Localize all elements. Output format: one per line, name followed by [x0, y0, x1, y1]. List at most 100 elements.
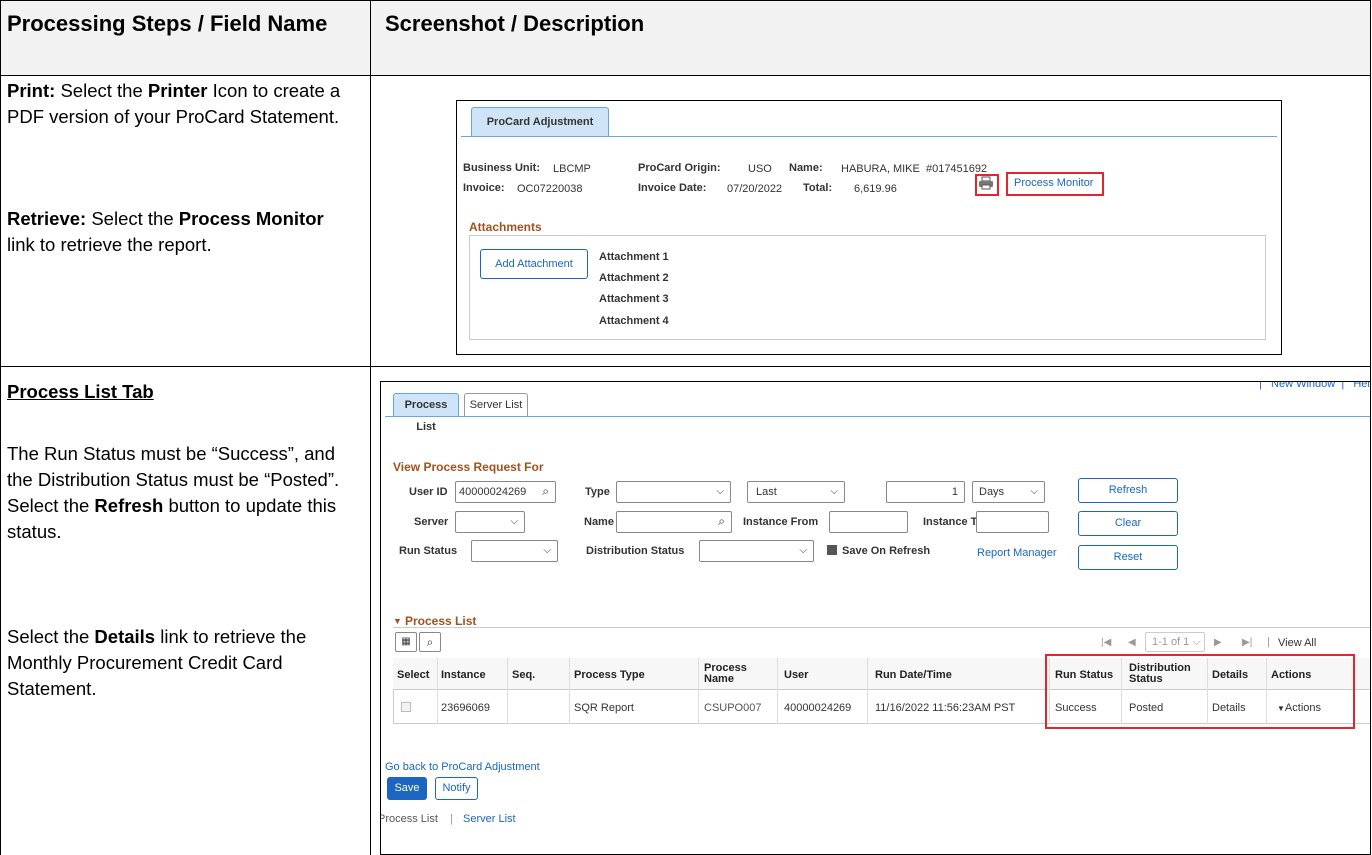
- search-icon[interactable]: ⌕: [718, 514, 725, 529]
- print-text-a: Select the: [55, 80, 148, 101]
- bu-label: Business Unit:: [463, 162, 541, 174]
- row-select-checkbox[interactable]: [401, 702, 411, 712]
- printer-bold: Printer: [147, 80, 208, 101]
- print-instruction: Print: Select the Printer Icon to create…: [7, 78, 347, 130]
- process-monitor-link[interactable]: Process Monitor: [1014, 177, 1093, 189]
- process-list-tab-title: Process List Tab: [7, 379, 154, 405]
- run-status-label: Run Status: [399, 545, 458, 557]
- collapse-triangle-icon[interactable]: ▼: [393, 616, 402, 626]
- origin-label: ProCard Origin:: [638, 162, 721, 174]
- refresh-bold: Refresh: [94, 495, 164, 516]
- first-page-icon[interactable]: |◀: [1101, 637, 1111, 648]
- server-label: Server: [414, 516, 449, 528]
- col-user: User: [784, 669, 809, 681]
- last-value: Last: [756, 486, 777, 498]
- days-value: Days: [979, 486, 1005, 498]
- grid-col-line: [569, 658, 570, 724]
- details-instruction: Select the Details link to retrieve the …: [7, 624, 327, 702]
- save-button[interactable]: Save: [387, 777, 427, 800]
- tab-process-list[interactable]: Process List: [393, 393, 459, 433]
- header-right-text: Screenshot / Description: [385, 11, 645, 36]
- grid-col-line: [507, 658, 508, 724]
- header-right-cell: Screenshot / Description: [371, 0, 1371, 76]
- type-select[interactable]: ⌵: [616, 481, 731, 503]
- next-page-icon[interactable]: ▶: [1214, 637, 1222, 648]
- footer-process-list-link[interactable]: Process List: [381, 813, 438, 825]
- document-page: Processing Steps / Field Name Screenshot…: [0, 0, 1372, 855]
- refresh-button[interactable]: Refresh: [1078, 478, 1178, 503]
- footer-server-list-link[interactable]: Server List: [463, 813, 516, 825]
- retrieve-text-b: link to retrieve the report.: [7, 234, 212, 255]
- last-page-icon[interactable]: ▶|: [1242, 637, 1252, 648]
- cell-instance: 23696069: [441, 702, 490, 714]
- total-label: Total:: [803, 182, 833, 194]
- retrieve-label: Retrieve:: [7, 208, 87, 229]
- invoice-label: Invoice:: [463, 182, 505, 194]
- p2-text-a: Select the: [7, 626, 95, 647]
- tab-procard-adjustment[interactable]: ProCard Adjustment: [471, 107, 609, 137]
- userid-value: 40000024269: [459, 486, 527, 498]
- add-attachment-button[interactable]: Add Attachment: [480, 249, 588, 279]
- process-monitor-bold: Process Monitor: [178, 208, 324, 229]
- search-icon[interactable]: ⌕: [542, 484, 549, 499]
- view-process-request-for: View Process Request For: [393, 460, 544, 474]
- instance-from-label: Instance From: [743, 516, 819, 528]
- last-select[interactable]: Last ⌵: [747, 481, 845, 503]
- instance-to-input[interactable]: [976, 511, 1049, 533]
- grid-col-line: [698, 658, 699, 724]
- col-seq: Seq.: [512, 669, 536, 681]
- clear-button[interactable]: Clear: [1078, 511, 1178, 536]
- col-run-datetime: Run Date/Time: [875, 669, 952, 681]
- userid-input[interactable]: 40000024269 ⌕: [455, 481, 556, 503]
- retrieve-instruction: Retrieve: Select the Process Monitor lin…: [7, 206, 347, 258]
- grid-col-line: [437, 658, 438, 724]
- printer-icon[interactable]: [978, 176, 994, 193]
- grid-col-line: [867, 658, 868, 724]
- notify-button[interactable]: Notify: [435, 777, 478, 800]
- save-on-refresh-checkbox[interactable]: [827, 545, 837, 555]
- pager-separator: |: [1267, 636, 1270, 648]
- go-back-link[interactable]: Go back to ProCard Adjustment: [385, 761, 540, 773]
- grid-settings-icon[interactable]: ▦: [395, 632, 417, 652]
- tab-divider: [461, 136, 1277, 137]
- header-left-text: Processing Steps / Field Name: [7, 11, 328, 36]
- row1-screenshot-cell: ProCard Adjustment Business Unit: LBCMP …: [371, 76, 1371, 367]
- total-value: 6,619.96: [854, 183, 897, 195]
- tab-server-list[interactable]: Server List: [464, 393, 528, 417]
- type-label: Type: [585, 486, 610, 498]
- attachment-1: Attachment 1: [599, 251, 669, 263]
- search-icon[interactable]: ⌕: [419, 632, 441, 652]
- number-input[interactable]: 1: [886, 481, 965, 503]
- pager-select[interactable]: 1-1 of 1 ⌵: [1145, 632, 1205, 652]
- name-input[interactable]: ⌕: [616, 511, 732, 533]
- report-manager-link[interactable]: Report Manager: [977, 547, 1057, 559]
- pager-value: 1-1 of 1: [1152, 636, 1190, 648]
- server-select[interactable]: ⌵: [455, 511, 525, 533]
- pm-tab-divider: [385, 416, 1370, 417]
- cell-process-name: CSUPO007: [704, 702, 762, 714]
- run-status-select[interactable]: ⌵: [471, 540, 558, 562]
- invoice-value: OC07220038: [517, 183, 583, 195]
- col-select: Select: [397, 669, 430, 681]
- row1-instructions: Print: Select the Printer Icon to create…: [0, 76, 371, 367]
- cell-run-datetime: 11/16/2022 11:56:23AM PST: [875, 702, 1016, 714]
- instance-from-input[interactable]: [829, 511, 908, 533]
- reset-button[interactable]: Reset: [1078, 545, 1178, 570]
- run-status-instruction: The Run Status must be “Success”, and th…: [7, 441, 357, 545]
- top-links[interactable]: | New Window | Help |: [1259, 382, 1370, 390]
- days-select[interactable]: Days ⌵: [972, 481, 1045, 503]
- row2-instructions: Process List Tab The Run Status must be …: [0, 367, 371, 855]
- cell-user: 40000024269: [784, 702, 852, 714]
- process-list-section-title: Process List: [405, 614, 477, 628]
- procard-screenshot: ProCard Adjustment Business Unit: LBCMP …: [456, 100, 1282, 355]
- previous-page-icon[interactable]: ◀: [1128, 637, 1136, 648]
- view-all-link[interactable]: View All: [1278, 637, 1316, 649]
- process-list-tab-title-text: Process List Tab: [7, 381, 154, 402]
- cell-process-type: SQR Report: [574, 702, 634, 714]
- name-label: Name: [584, 516, 614, 528]
- row2-screenshot-cell: | New Window | Help | Process List Serve…: [371, 367, 1371, 855]
- dist-status-label: Distribution Status: [586, 545, 685, 557]
- footer-separator: |: [450, 813, 453, 825]
- name-value: HABURA, MIKE #017451692: [841, 163, 988, 175]
- dist-status-select[interactable]: ⌵: [699, 540, 814, 562]
